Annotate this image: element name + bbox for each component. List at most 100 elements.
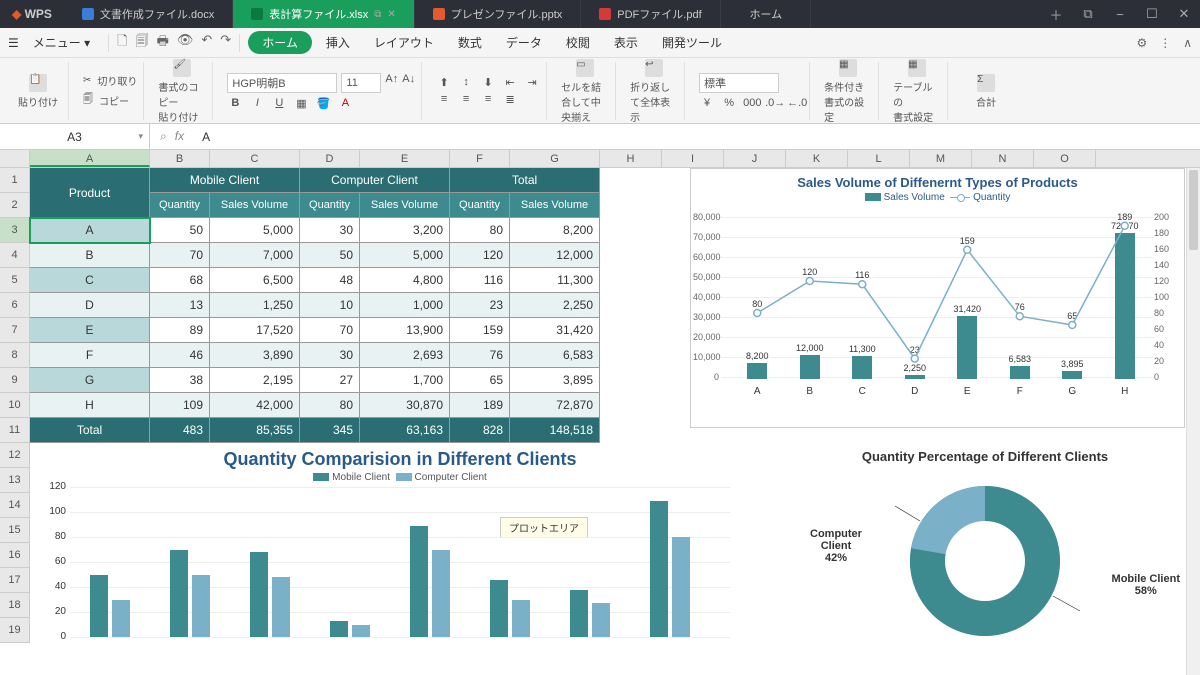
border-button[interactable]: ▦: [293, 97, 309, 110]
number-format-select[interactable]: 標準: [699, 73, 779, 93]
table-row-1-col-4[interactable]: 5,000: [360, 243, 450, 268]
table-row-6-product[interactable]: G: [30, 368, 150, 393]
menu-view[interactable]: 表示: [604, 30, 648, 55]
table-row-4-col-4[interactable]: 13,900: [360, 318, 450, 343]
table-row-7-col-2[interactable]: 42,000: [210, 393, 300, 418]
merge-cells-button[interactable]: ▭セルを結合して中央揃え: [561, 59, 609, 124]
table-row-3-col-2[interactable]: 1,250: [210, 293, 300, 318]
table-row-7-product[interactable]: H: [30, 393, 150, 418]
qat-print-icon[interactable]: 🖶: [157, 32, 169, 54]
indent-inc-icon[interactable]: ⇥: [524, 76, 540, 89]
col-header-I[interactable]: I: [662, 150, 724, 167]
table-row-4-col-5[interactable]: 159: [450, 318, 510, 343]
currency-icon[interactable]: ¥: [699, 97, 715, 109]
table-row-3-col-4[interactable]: 1,000: [360, 293, 450, 318]
search-icon[interactable]: ⌕: [160, 129, 167, 144]
table-row-1-product[interactable]: B: [30, 243, 150, 268]
table-total-6[interactable]: 148,518: [510, 418, 600, 443]
col-header-J[interactable]: J: [724, 150, 786, 167]
increase-font-icon[interactable]: A↑: [385, 73, 398, 93]
table-row-7-col-5[interactable]: 189: [450, 393, 510, 418]
italic-button[interactable]: I: [249, 97, 265, 110]
row-header-8[interactable]: 8: [0, 343, 29, 368]
select-all-corner[interactable]: [0, 150, 30, 167]
comma-icon[interactable]: 000: [743, 97, 759, 109]
table-row-7-col-4[interactable]: 30,870: [360, 393, 450, 418]
menu-layout[interactable]: レイアウト: [364, 30, 444, 55]
table-total-3[interactable]: 345: [300, 418, 360, 443]
scrollbar-thumb[interactable]: [1189, 170, 1198, 250]
tab-close-icon[interactable]: ✕: [387, 9, 395, 20]
table-subheader-0[interactable]: Quantity: [150, 193, 210, 218]
row-header-16[interactable]: 16: [0, 543, 29, 568]
table-row-0-product[interactable]: A: [30, 218, 150, 243]
dec-dec-icon[interactable]: ←.0: [787, 97, 803, 109]
col-header-N[interactable]: N: [972, 150, 1034, 167]
table-row-1-col-6[interactable]: 12,000: [510, 243, 600, 268]
table-subheader-4[interactable]: Quantity: [450, 193, 510, 218]
table-row-1-col-2[interactable]: 7,000: [210, 243, 300, 268]
col-header-A[interactable]: A: [30, 150, 150, 167]
bold-button[interactable]: B: [227, 97, 243, 110]
table-row-4-col-2[interactable]: 17,520: [210, 318, 300, 343]
row-header-4[interactable]: 4: [0, 243, 29, 268]
sum-button[interactable]: Σ合計: [962, 74, 1010, 109]
row-header-6[interactable]: 6: [0, 293, 29, 318]
vertical-scrollbar[interactable]: [1186, 168, 1200, 675]
spreadsheet-grid[interactable]: ABCDEFGHIJKLMNO 123456789101112131415161…: [0, 150, 1200, 675]
menu-dropdown[interactable]: メニュー ▾: [23, 30, 100, 55]
doc-tab-pdf[interactable]: PDFファイル.pdf: [581, 0, 721, 28]
indent-dec-icon[interactable]: ⇤: [502, 76, 518, 89]
copy-button[interactable]: 🗐 コピー: [83, 92, 137, 109]
col-header-C[interactable]: C: [210, 150, 300, 167]
col-header-E[interactable]: E: [360, 150, 450, 167]
dec-inc-icon[interactable]: .0→: [765, 97, 781, 109]
name-box[interactable]: A3: [0, 124, 150, 149]
table-row-5-col-2[interactable]: 3,890: [210, 343, 300, 368]
formula-input[interactable]: A: [194, 130, 1200, 144]
doc-tab-home[interactable]: ホーム: [721, 0, 811, 28]
col-header-F[interactable]: F: [450, 150, 510, 167]
doc-tab-spreadsheet[interactable]: 表計算ファイル.xlsx⧉✕: [233, 0, 415, 28]
row-header-9[interactable]: 9: [0, 368, 29, 393]
new-tab-button[interactable]: ＋: [1040, 0, 1072, 28]
cond-format-button[interactable]: ▦条件付き書式の設定: [824, 59, 872, 124]
table-subheader-2[interactable]: Quantity: [300, 193, 360, 218]
row-header-5[interactable]: 5: [0, 268, 29, 293]
table-row-1-col-5[interactable]: 120: [450, 243, 510, 268]
row-header-13[interactable]: 13: [0, 468, 29, 493]
doc-tab-word[interactable]: 文書作成ファイル.docx: [64, 0, 233, 28]
menu-formula[interactable]: 数式: [448, 30, 492, 55]
more-icon[interactable]: ⋮: [1159, 36, 1171, 50]
col-header-L[interactable]: L: [848, 150, 910, 167]
align-middle-icon[interactable]: ↕: [458, 76, 474, 89]
align-left-icon[interactable]: ≡: [436, 93, 452, 106]
settings-icon[interactable]: ⚙: [1136, 36, 1147, 50]
bar-chart[interactable]: Quantity Comparision in Different Client…: [30, 443, 770, 673]
table-row-2-col-6[interactable]: 11,300: [510, 268, 600, 293]
table-format-button[interactable]: ▦テーブルの 書式設定: [893, 59, 941, 124]
table-total-5[interactable]: 828: [450, 418, 510, 443]
table-header-total[interactable]: Total: [450, 168, 600, 193]
table-row-5-col-3[interactable]: 30: [300, 343, 360, 368]
decrease-font-icon[interactable]: A↓: [402, 73, 415, 93]
underline-button[interactable]: U: [271, 97, 287, 110]
row-header-7[interactable]: 7: [0, 318, 29, 343]
col-header-G[interactable]: G: [510, 150, 600, 167]
col-header-K[interactable]: K: [786, 150, 848, 167]
font-size-select[interactable]: 11: [341, 73, 381, 93]
donut-chart[interactable]: Quantity Percentage of Different Clients: [780, 443, 1190, 673]
collapse-ribbon-icon[interactable]: ∧: [1183, 36, 1192, 50]
table-row-0-col-3[interactable]: 30: [300, 218, 360, 243]
row-header-17[interactable]: 17: [0, 568, 29, 593]
menu-review[interactable]: 校閲: [556, 30, 600, 55]
table-header-product[interactable]: Product: [30, 168, 150, 218]
row-header-10[interactable]: 10: [0, 393, 29, 418]
row-header-19[interactable]: 19: [0, 618, 29, 643]
table-row-6-col-5[interactable]: 65: [450, 368, 510, 393]
fx-icon[interactable]: fx: [175, 129, 184, 144]
table-row-4-product[interactable]: E: [30, 318, 150, 343]
row-header-18[interactable]: 18: [0, 593, 29, 618]
row-header-15[interactable]: 15: [0, 518, 29, 543]
col-header-D[interactable]: D: [300, 150, 360, 167]
